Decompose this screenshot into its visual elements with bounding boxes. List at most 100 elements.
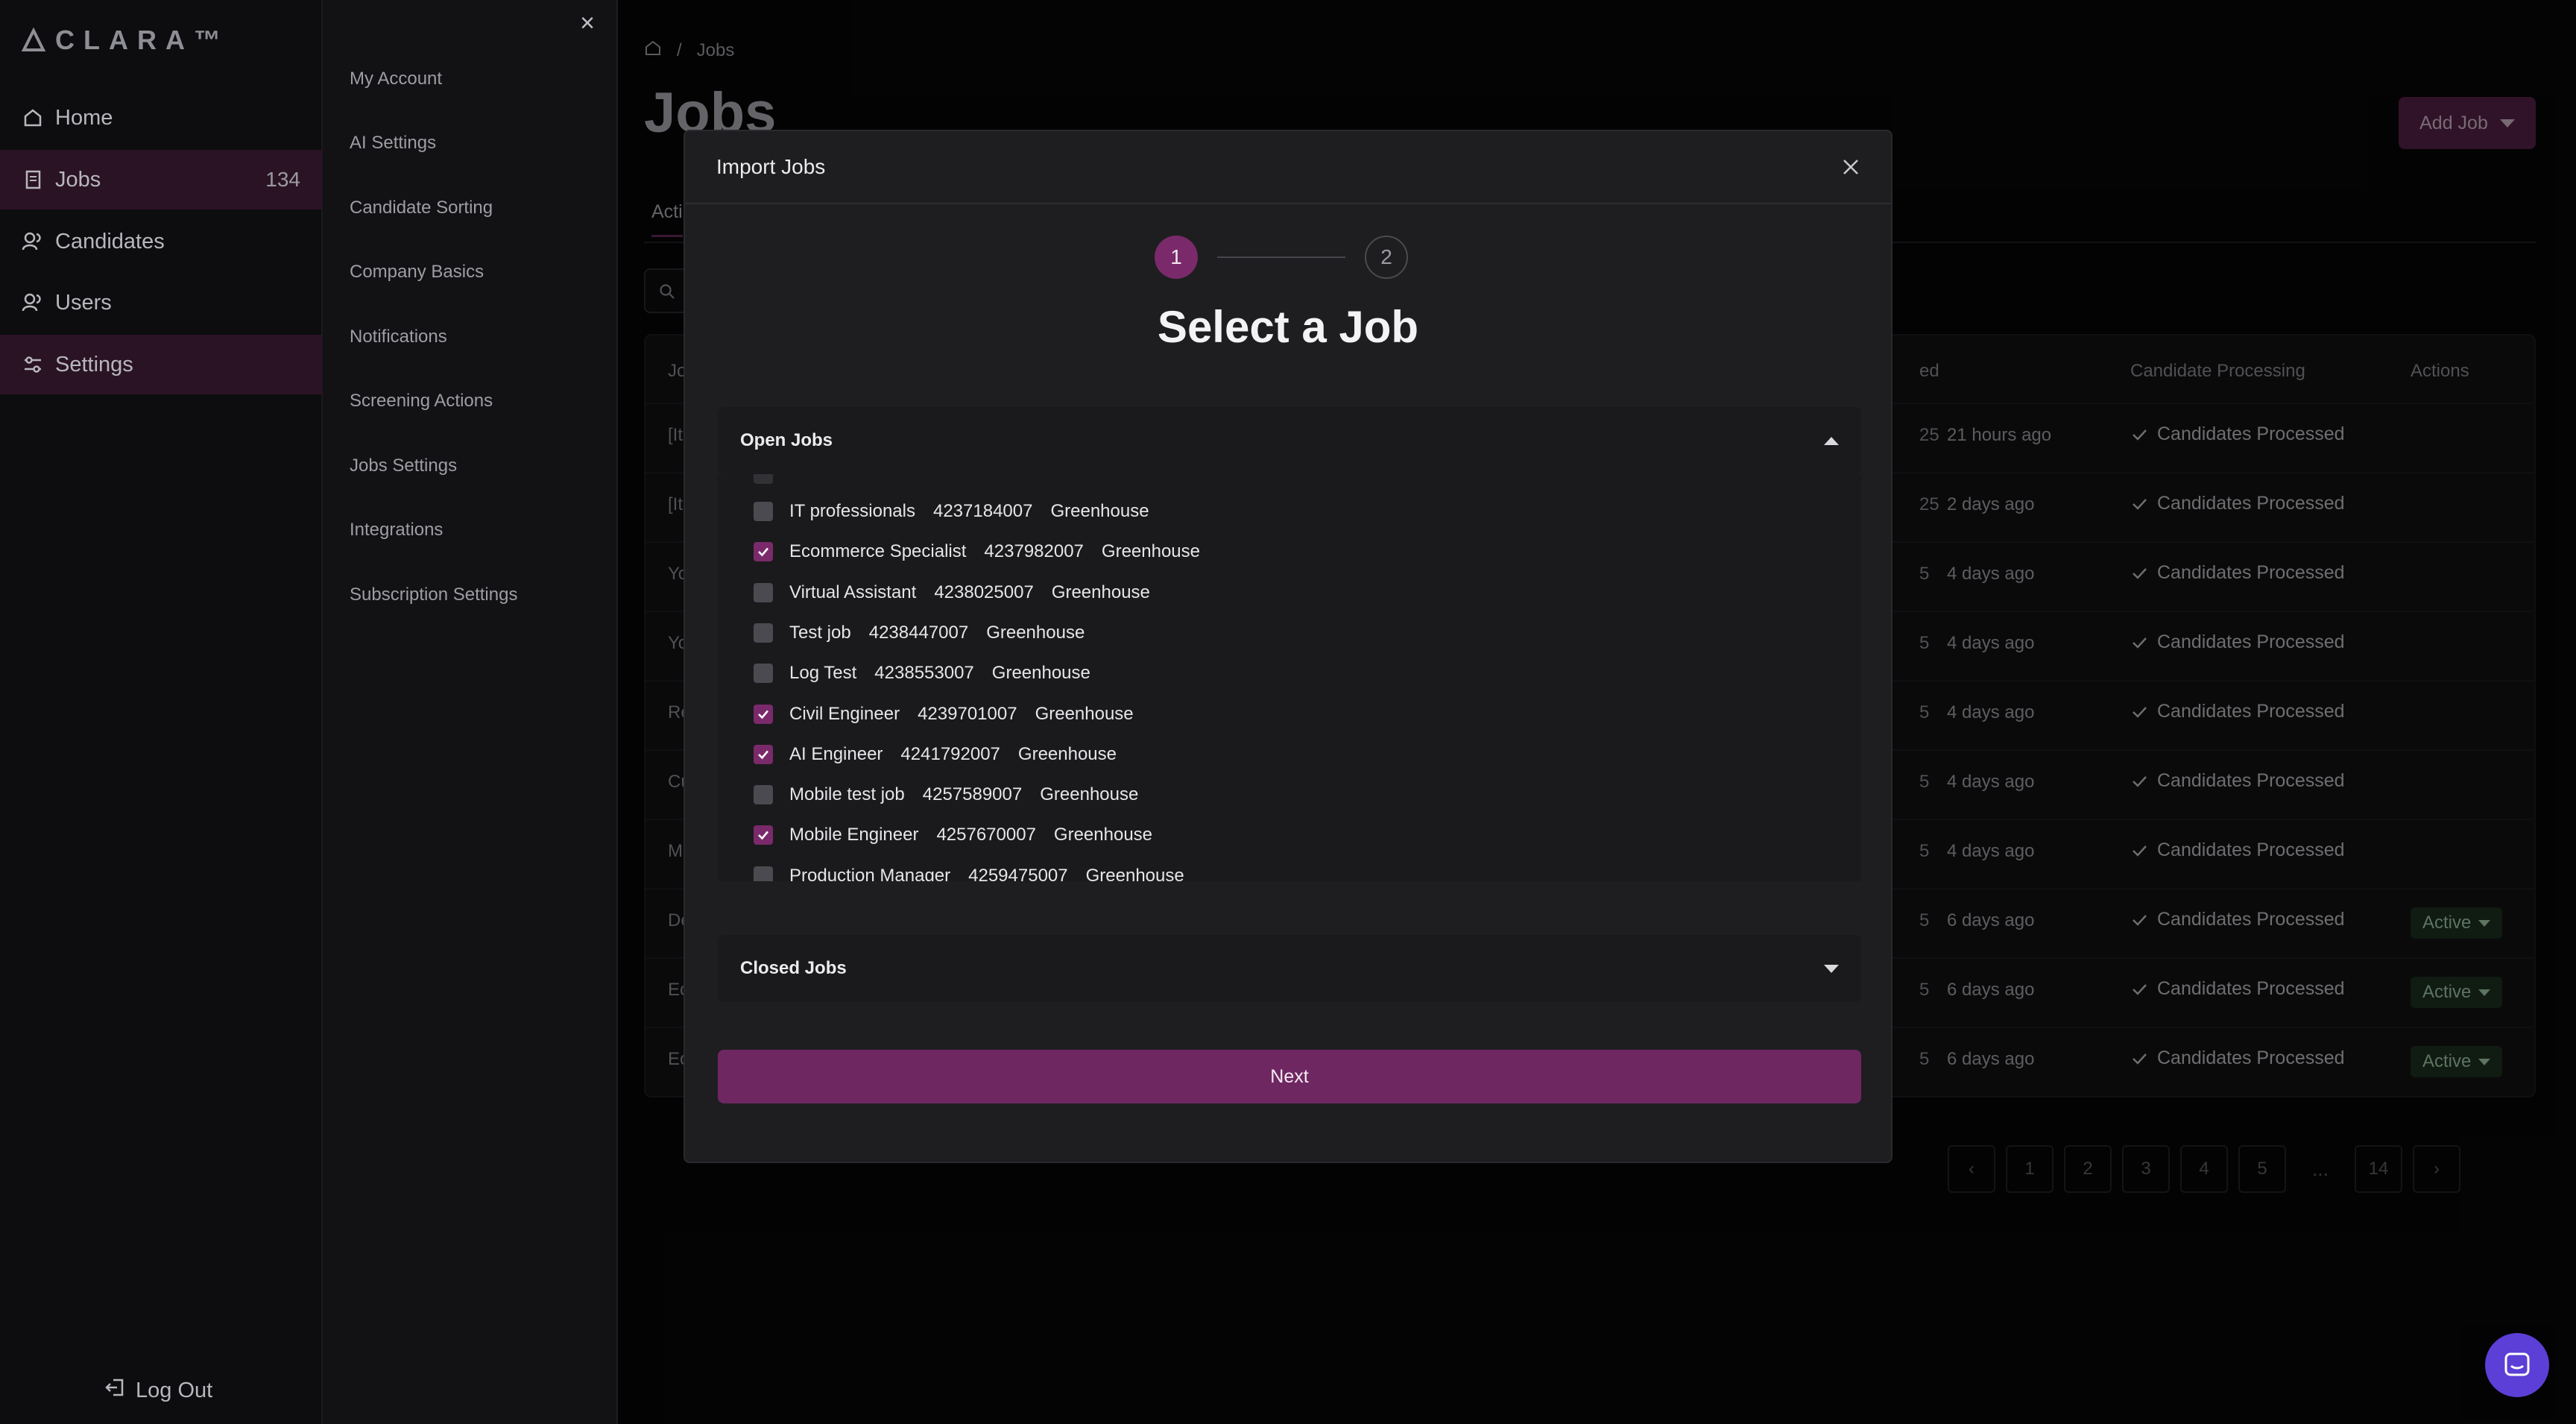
job-id: 4238447007 (868, 622, 969, 643)
job-checkbox[interactable] (754, 744, 773, 764)
submenu-integrations[interactable]: Integrations (350, 520, 443, 541)
job-checkbox[interactable] (754, 704, 773, 724)
open-jobs-section[interactable]: Open Jobs (718, 407, 1861, 474)
modal-heading: Select a Job (1157, 302, 1419, 352)
job-checkbox[interactable] (754, 542, 773, 562)
nav-jobs[interactable]: Jobs 134 (0, 150, 323, 209)
logout-button[interactable]: Log Out (104, 1376, 212, 1405)
jobs-count: 134 (265, 168, 300, 191)
job-name: Log Test (789, 663, 857, 684)
nav-jobs-label: Jobs (55, 167, 101, 192)
job-id: 4237982007 (984, 541, 1084, 562)
job-id: 4257670007 (936, 825, 1036, 845)
candidates-icon (21, 230, 45, 253)
nav-home-label: Home (55, 105, 113, 130)
job-source: Greenhouse (986, 622, 1085, 643)
step-2: 2 (1365, 236, 1408, 279)
submenu-screening-actions[interactable]: Screening Actions (350, 391, 493, 412)
modal-title: Import Jobs (716, 155, 826, 178)
job-option[interactable]: IT professionals 4237184007 Greenhouse (754, 498, 1149, 525)
main-sidebar: CLARA™ Home Jobs 134 Candidates Users Se… (0, 0, 323, 1424)
job-source: Greenhouse (1035, 703, 1134, 724)
nav-users[interactable]: Users (0, 273, 323, 333)
job-source: Greenhouse (1101, 541, 1200, 562)
job-option[interactable]: Mobile test job 4257589007 Greenhouse (754, 781, 1138, 808)
submenu-subscription-settings[interactable]: Subscription Settings (350, 585, 517, 605)
job-checkbox[interactable] (754, 866, 773, 881)
job-source: Greenhouse (1050, 501, 1149, 521)
chat-icon (2504, 1352, 2530, 1376)
submenu-my-account[interactable]: My Account (350, 69, 442, 89)
nav-home[interactable]: Home (0, 88, 323, 148)
job-row-partial (754, 474, 789, 488)
nav-users-label: Users (55, 290, 112, 315)
job-id: 4238025007 (934, 582, 1034, 602)
nav-candidates[interactable]: Candidates (0, 212, 323, 271)
job-option[interactable]: Virtual Assistant 4238025007 Greenhouse (754, 579, 1150, 606)
job-id: 4259475007 (968, 865, 1068, 881)
job-source: Greenhouse (991, 663, 1090, 684)
step-connector (1217, 256, 1345, 258)
close-submenu-icon[interactable]: × (575, 10, 600, 36)
nav-settings[interactable]: Settings (0, 335, 323, 394)
submenu-company-basics[interactable]: Company Basics (350, 262, 484, 283)
job-option[interactable]: Test job 4238447007 Greenhouse (754, 620, 1085, 646)
job-checkbox[interactable] (754, 502, 773, 521)
job-option[interactable]: Civil Engineer 4239701007 Greenhouse (754, 701, 1134, 728)
job-name: Mobile test job (789, 784, 905, 805)
logout-icon (104, 1376, 127, 1405)
job-option[interactable]: Log Test 4238553007 Greenhouse (754, 660, 1090, 687)
job-option[interactable]: AI Engineer 4241792007 Greenhouse (754, 741, 1117, 768)
job-checkbox[interactable] (754, 825, 773, 845)
checkmark-icon (758, 750, 768, 760)
submenu-ai-settings[interactable]: AI Settings (350, 133, 436, 154)
nav-settings-label: Settings (55, 352, 133, 377)
settings-submenu: × My Account AI Settings Candidate Sorti… (323, 0, 618, 1424)
open-jobs-header[interactable]: Open Jobs (718, 407, 1861, 474)
job-option[interactable]: Ecommerce Specialist 4237982007 Greenhouse (754, 538, 1200, 565)
job-source: Greenhouse (1053, 825, 1153, 845)
checkmark-icon (758, 547, 768, 557)
job-id: 4241792007 (900, 743, 1000, 764)
stepper: 1 2 (1155, 236, 1408, 279)
chevron-down-icon (1824, 964, 1839, 973)
submenu-notifications[interactable]: Notifications (350, 327, 447, 347)
chat-support-button[interactable] (2485, 1333, 2549, 1397)
job-id: 4257589007 (922, 784, 1023, 805)
job-name: Mobile Engineer (789, 825, 919, 845)
clara-logo[interactable]: CLARA™ (21, 25, 230, 55)
logo-text: CLARA™ (55, 25, 230, 55)
job-id: 4238553007 (874, 663, 974, 684)
job-name: Virtual Assistant (789, 582, 917, 602)
job-source: Greenhouse (1017, 743, 1117, 764)
job-source: Greenhouse (1051, 582, 1150, 602)
job-source: Greenhouse (1085, 865, 1184, 881)
open-jobs-list[interactable]: IT professionals 4237184007 Greenhouse Ecom… (718, 474, 1861, 881)
job-name: Civil Engineer (789, 703, 900, 724)
settings-sliders-icon (21, 353, 45, 377)
closed-jobs-section[interactable]: Closed Jobs (718, 935, 1861, 1002)
job-checkbox[interactable] (754, 785, 773, 805)
job-name: Ecommerce Specialist (789, 541, 967, 562)
checkmark-icon (758, 831, 768, 840)
close-icon[interactable] (1833, 149, 1869, 185)
job-name: Test job (789, 622, 851, 643)
job-id: 4239701007 (918, 703, 1017, 724)
step-1: 1 (1155, 236, 1198, 279)
job-checkbox[interactable] (754, 582, 773, 602)
import-jobs-modal: Import Jobs 1 2 Select a Job Open Jobs I… (684, 130, 1892, 1163)
job-option[interactable]: Mobile Engineer 4257670007 Greenhouse (754, 822, 1152, 848)
next-button[interactable]: Next (718, 1050, 1861, 1103)
job-checkbox[interactable] (754, 664, 773, 684)
logout-label: Log Out (136, 1378, 213, 1402)
closed-jobs-label: Closed Jobs (740, 958, 847, 978)
closed-jobs-header[interactable]: Closed Jobs (718, 935, 1861, 1002)
jobs-icon (21, 168, 45, 192)
chevron-up-icon (1824, 436, 1839, 445)
submenu-candidate-sorting[interactable]: Candidate Sorting (350, 198, 493, 218)
submenu-jobs-settings[interactable]: Jobs Settings (350, 456, 457, 476)
job-checkbox[interactable] (754, 623, 773, 643)
users-icon (21, 291, 45, 315)
logo-icon (21, 28, 46, 51)
job-option[interactable]: Production Manager 4259475007 Greenhouse (754, 863, 1184, 881)
